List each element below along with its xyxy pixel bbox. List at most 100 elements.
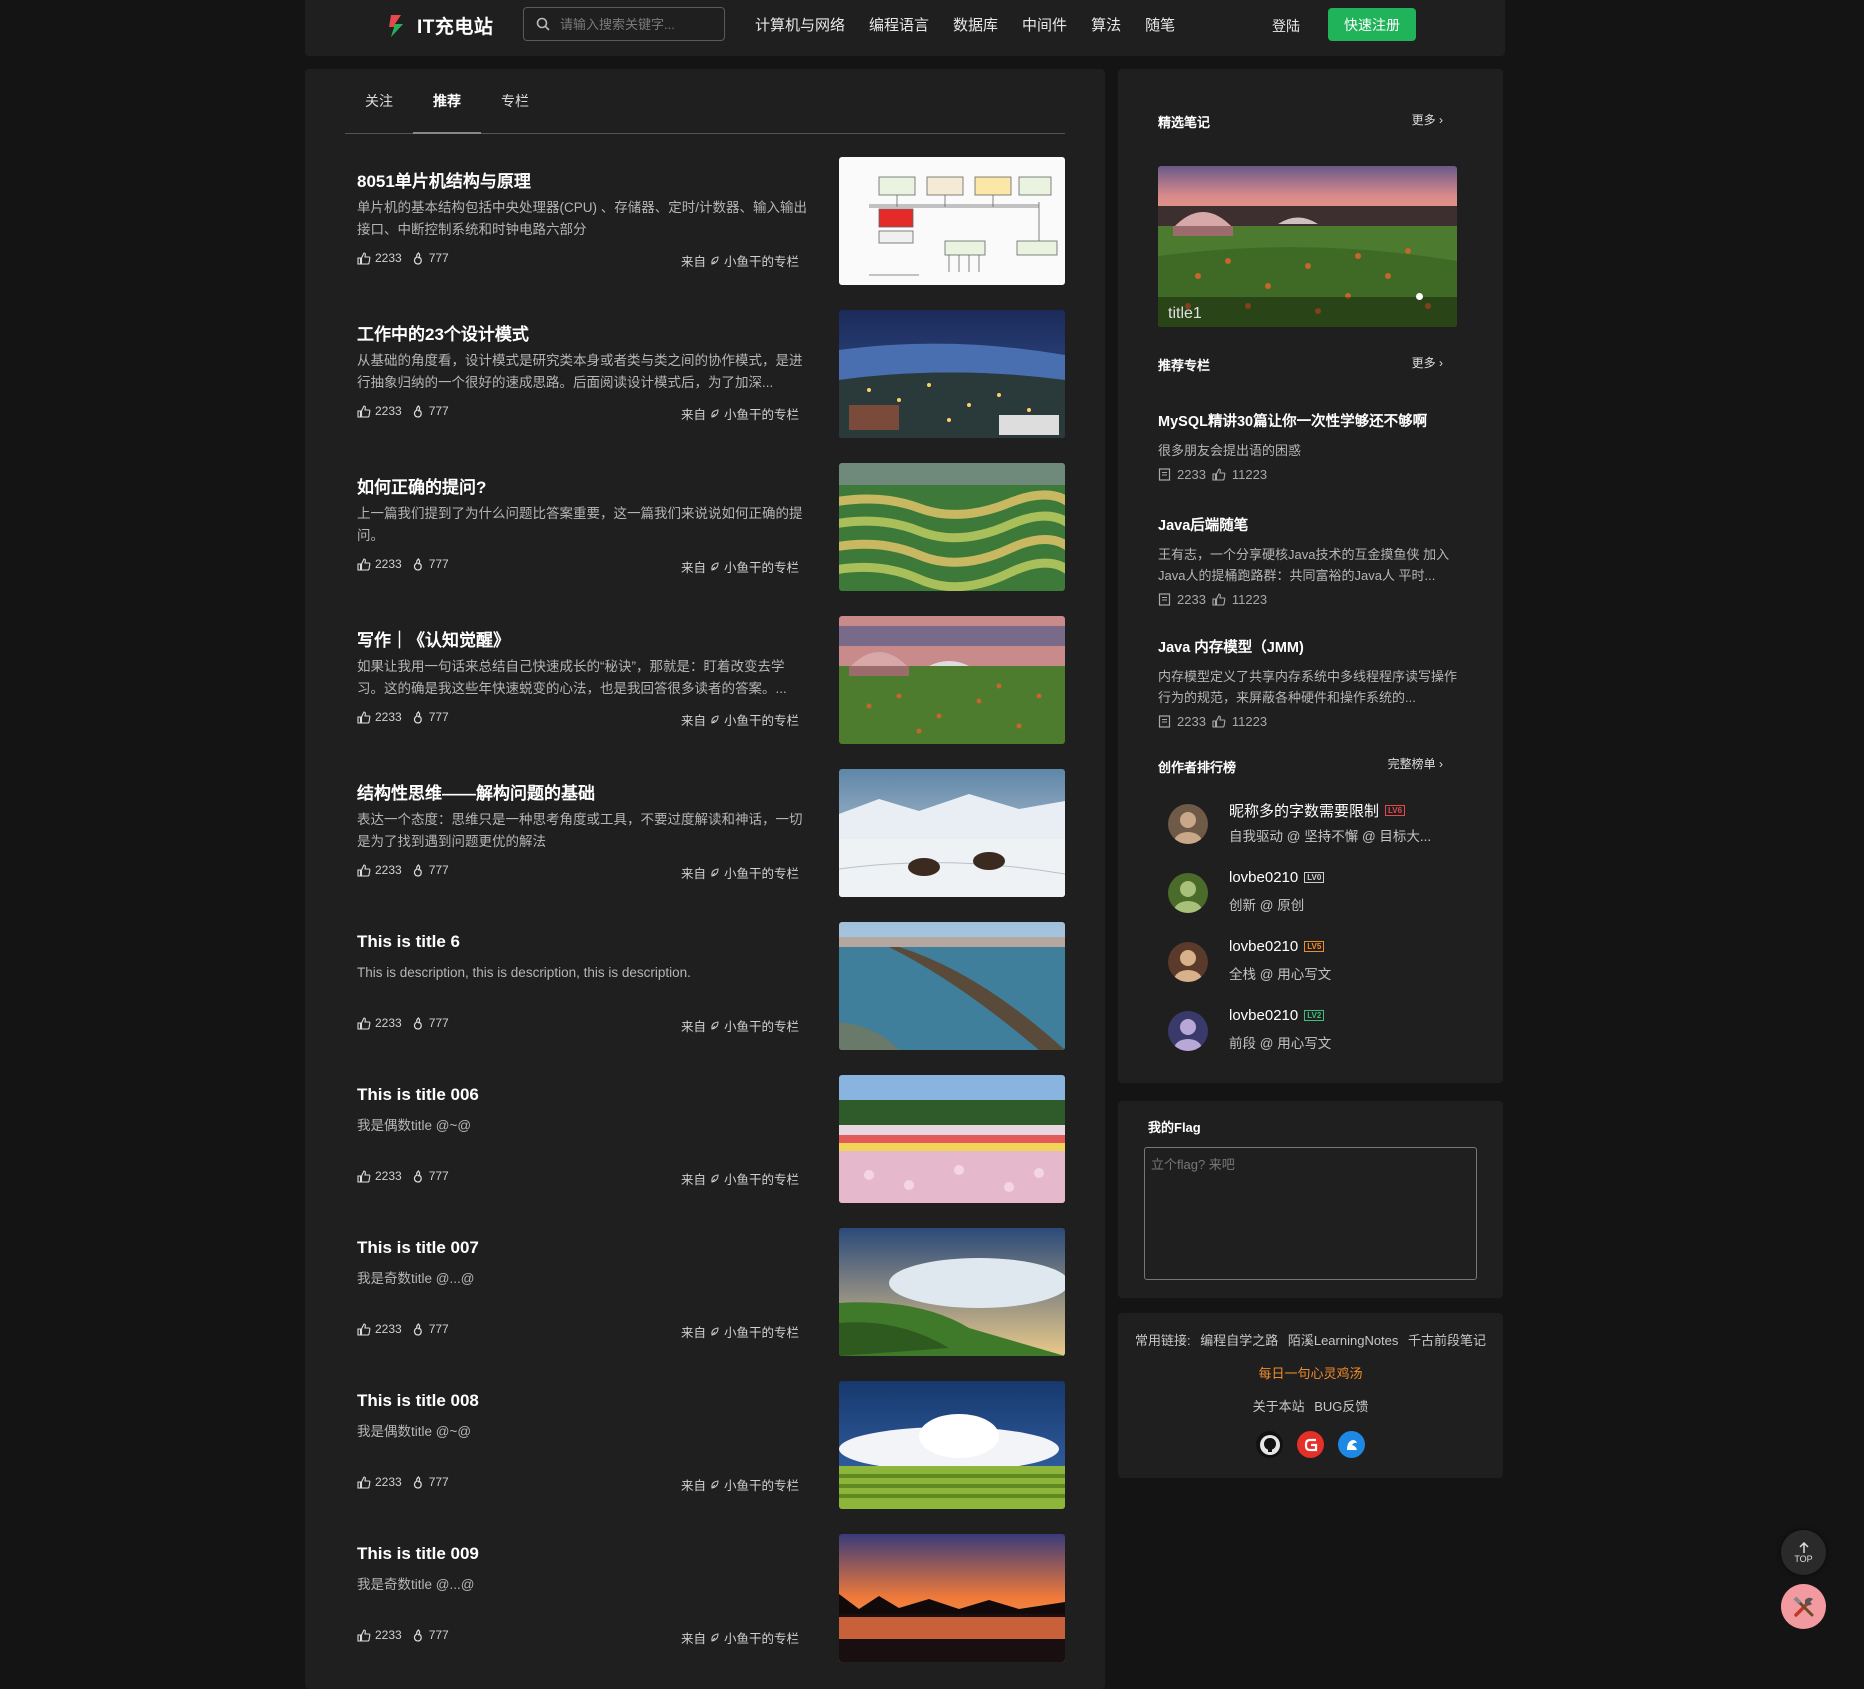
register-button[interactable]: 快速注册 (1328, 8, 1416, 41)
column-item[interactable]: MySQL精讲30篇让你一次性学够还不够啊 很多朋友会提出语的困惑 2233 1… (1158, 410, 1468, 482)
article-source[interactable]: 来自 小鱼干的专栏 (681, 1169, 799, 1188)
article-thumbnail[interactable] (839, 769, 1065, 897)
article-title[interactable]: 如何正确的提问? (357, 473, 486, 498)
like-count[interactable]: 2233 (357, 1628, 402, 1642)
search-box[interactable] (523, 7, 725, 41)
creator-name[interactable]: lovbe0210 (1229, 1007, 1298, 1024)
github-icon[interactable] (1256, 1431, 1283, 1458)
article-source[interactable]: 来自 小鱼干的专栏 (681, 863, 799, 882)
like-count[interactable]: 2233 (357, 863, 402, 877)
article-source[interactable]: 来自 小鱼干的专栏 (681, 1475, 799, 1494)
nav-item-essay[interactable]: 随笔 (1145, 14, 1175, 35)
tab-columns[interactable]: 专栏 (481, 69, 549, 133)
column-item[interactable]: Java后端随笔 王有志，一个分享硬核Java技术的互金摸鱼侠 加入Java人的… (1158, 514, 1468, 607)
avatar[interactable] (1168, 942, 1208, 982)
column-item[interactable]: Java 内存模型（JMM) 内存模型定义了共享内存系统中多线程程序读写操作行为… (1158, 636, 1468, 729)
tab-recommend[interactable]: 推荐 (413, 69, 481, 134)
nav-item-network[interactable]: 计算机与网络 (755, 14, 845, 35)
article-item[interactable]: 如何正确的提问? 上一篇我们提到了为什么问题比答案重要，这一篇我们来说说如何正确… (357, 463, 1069, 591)
notes-carousel[interactable]: title1 (1158, 166, 1457, 327)
article-source[interactable]: 来自 小鱼干的专栏 (681, 404, 799, 423)
ranking-item[interactable]: lovbe0210 LV0 创新 @ 原创 (1168, 867, 1488, 917)
blog-icon[interactable] (1338, 1431, 1365, 1458)
article-source[interactable]: 来自 小鱼干的专栏 (681, 1322, 799, 1341)
avatar[interactable] (1168, 873, 1208, 913)
like-count[interactable]: 2233 (357, 1322, 402, 1336)
article-title[interactable]: This is title 007 (357, 1238, 479, 1258)
daily-quote-link[interactable]: 每日一句心灵鸡汤 (1118, 1363, 1503, 1382)
article-item[interactable]: This is title 006 我是偶数title @~@ 2233 777… (357, 1075, 1069, 1203)
article-item[interactable]: 工作中的23个设计模式 从基础的角度看，设计模式是研究类本身或者类与类之间的协作… (357, 310, 1069, 438)
ranking-item[interactable]: lovbe0210 LV5 全栈 @ 用心写文 (1168, 936, 1488, 986)
article-source[interactable]: 来自 小鱼干的专栏 (681, 251, 799, 270)
tab-follow[interactable]: 关注 (345, 69, 413, 133)
like-count[interactable]: 2233 (357, 1016, 402, 1030)
article-title[interactable]: 8051单片机结构与原理 (357, 167, 531, 192)
article-source[interactable]: 来自 小鱼干的专栏 (681, 557, 799, 576)
article-title[interactable]: This is title 006 (357, 1085, 479, 1105)
ranking-item[interactable]: lovbe0210 LV2 前段 @ 用心写文 (1168, 1005, 1488, 1055)
article-title[interactable]: 写作｜《认知觉醒》 (357, 626, 510, 651)
article-thumbnail[interactable] (839, 1075, 1065, 1203)
article-thumbnail[interactable] (839, 1534, 1065, 1662)
article-thumbnail[interactable] (839, 616, 1065, 744)
article-item[interactable]: 8051单片机结构与原理 单片机的基本结构包括中央处理器(CPU) 、存储器、定… (357, 157, 1069, 285)
creator-name[interactable]: lovbe0210 (1229, 869, 1298, 886)
article-thumbnail[interactable] (839, 463, 1065, 591)
flag-textarea[interactable] (1144, 1147, 1477, 1280)
article-title[interactable]: 工作中的23个设计模式 (357, 320, 529, 345)
bug-report-link[interactable]: BUG反馈 (1314, 1399, 1368, 1414)
article-source[interactable]: 来自 小鱼干的专栏 (681, 1628, 799, 1647)
article-title[interactable]: 结构性思维——解构问题的基础 (357, 779, 595, 804)
nav-item-languages[interactable]: 编程语言 (869, 14, 929, 35)
hot-value: 777 (428, 1016, 449, 1030)
avatar[interactable] (1168, 804, 1208, 844)
like-count[interactable]: 2233 (357, 404, 402, 418)
article-item[interactable]: 写作｜《认知觉醒》 如果让我用一句话来总结自己快速成长的“秘诀”，那就是：盯着改… (357, 616, 1069, 744)
article-thumbnail[interactable] (839, 310, 1065, 438)
article-item[interactable]: This is title 009 我是奇数title @...@ 2233 7… (357, 1534, 1069, 1662)
link-item[interactable]: 编程自学之路 (1200, 1333, 1278, 1348)
article-item[interactable]: 结构性思维——解构问题的基础 表达一个态度：思维只是一种思考角度或工具，不要过度… (357, 769, 1069, 897)
ranking-more-link[interactable]: 完整榜单 › (1388, 755, 1443, 772)
article-title[interactable]: This is title 6 (357, 932, 460, 952)
link-item[interactable]: 陌溪LearningNotes (1288, 1333, 1399, 1348)
creator-name[interactable]: 昵称多的字数需要限制 (1229, 800, 1379, 821)
like-count[interactable]: 2233 (357, 1475, 402, 1489)
article-item[interactable]: This is title 008 我是偶数title @~@ 2233 777… (357, 1381, 1069, 1509)
article-thumbnail[interactable] (839, 922, 1065, 1050)
carousel-indicator-dot[interactable] (1416, 293, 1423, 300)
article-thumbnail[interactable] (839, 1381, 1065, 1509)
avatar[interactable] (1168, 1011, 1208, 1051)
article-item[interactable]: This is title 6 This is description, thi… (357, 922, 1069, 1050)
article-source[interactable]: 来自 小鱼干的专栏 (681, 1016, 799, 1035)
creator-name-row: lovbe0210 LV2 (1229, 1007, 1325, 1024)
search-input[interactable] (558, 15, 712, 33)
nav-item-algorithm[interactable]: 算法 (1091, 14, 1121, 35)
login-link[interactable]: 登陆 (1272, 16, 1300, 36)
columns-more-link[interactable]: 更多 › (1412, 354, 1443, 371)
like-count[interactable]: 2233 (357, 1169, 402, 1183)
article-item[interactable]: This is title 007 我是奇数title @...@ 2233 7… (357, 1228, 1069, 1356)
article-title[interactable]: This is title 008 (357, 1391, 479, 1411)
column-title: MySQL精讲30篇让你一次性学够还不够啊 (1158, 414, 1428, 430)
gitee-icon[interactable] (1297, 1431, 1324, 1458)
creator-name[interactable]: lovbe0210 (1229, 938, 1298, 955)
tools-button[interactable] (1781, 1584, 1826, 1629)
hot-value: 777 (428, 557, 449, 571)
ranking-item[interactable]: 昵称多的字数需要限制 LV6 自我驱动 @ 坚持不懈 @ 目标大... (1168, 798, 1488, 848)
article-thumbnail[interactable] (839, 157, 1065, 285)
nav-item-middleware[interactable]: 中间件 (1022, 14, 1067, 35)
notes-more-link[interactable]: 更多 › (1412, 111, 1443, 128)
like-count[interactable]: 2233 (357, 251, 402, 265)
like-count[interactable]: 2233 (357, 710, 402, 724)
link-item[interactable]: 千古前段笔记 (1408, 1333, 1486, 1348)
nav-item-database[interactable]: 数据库 (953, 14, 998, 35)
article-source[interactable]: 来自 小鱼干的专栏 (681, 710, 799, 729)
article-thumbnail[interactable] (839, 1228, 1065, 1356)
like-count[interactable]: 2233 (357, 557, 402, 571)
article-title[interactable]: This is title 009 (357, 1544, 479, 1564)
back-to-top-button[interactable]: TOP (1781, 1530, 1826, 1575)
site-logo[interactable]: IT充电站 (385, 12, 493, 39)
about-link[interactable]: 关于本站 (1253, 1399, 1305, 1414)
